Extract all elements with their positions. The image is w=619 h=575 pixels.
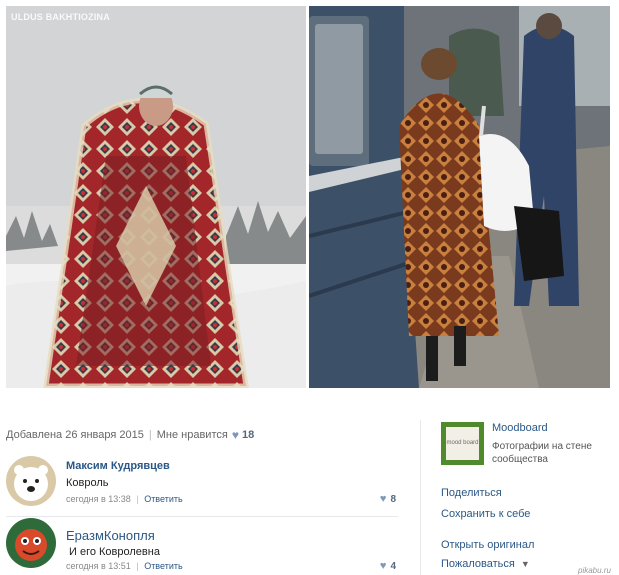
source-watermark: pikabu.ru	[578, 566, 611, 575]
reply-link[interactable]: Ответить	[144, 561, 182, 571]
comment-like-count: 8	[390, 494, 396, 505]
comment-author[interactable]: ЕразмКонопля	[66, 528, 155, 543]
meta-separator: |	[148, 429, 152, 441]
comment-likes[interactable]: ♥ 8	[380, 493, 396, 505]
comment-meta: сегодня в 13:51 | Ответить	[66, 561, 183, 571]
comment-time[interactable]: сегодня в 13:38	[66, 494, 131, 504]
heart-icon[interactable]: ♥	[380, 560, 387, 572]
comment-meta: сегодня в 13:38 | Ответить	[66, 494, 183, 504]
like-label[interactable]: Мне нравится	[157, 429, 228, 441]
photo-right-image	[309, 6, 610, 388]
photo-watermark: ULDUS BAKHTIOZINA	[11, 12, 110, 22]
photo-carpet-man-snow[interactable]: ULDUS BAKHTIOZINA	[6, 6, 306, 388]
photo-carpet-coat-metro[interactable]	[309, 6, 610, 388]
photo-left-image	[6, 6, 306, 388]
open-original-link[interactable]: Открыть оригинал	[441, 539, 534, 551]
album-subtitle-link[interactable]: Фотографии на стене сообщества	[492, 440, 612, 466]
report-label[interactable]: Пожаловаться	[441, 558, 515, 570]
comment-item: Максим Кудрявцев Ковроль сегодня в 13:38…	[6, 456, 396, 516]
comment-like-count: 4	[390, 561, 396, 572]
comment-item: ЕразмКонопля И его Ковролевна сегодня в …	[6, 518, 396, 575]
save-link[interactable]: Сохранить к себе	[441, 508, 530, 520]
post-meta: Добавлена 26 января 2015 | Мне нравится …	[6, 428, 416, 442]
meta-separator: |	[136, 494, 139, 504]
comment-author[interactable]: Максим Кудрявцев	[66, 460, 170, 472]
comment-time[interactable]: сегодня в 13:51	[66, 561, 131, 571]
caret-down-icon[interactable]: ▼	[521, 559, 530, 569]
post-date: Добавлена 26 января 2015	[6, 429, 144, 441]
meta-separator: |	[136, 561, 139, 571]
column-divider	[420, 420, 421, 575]
polar-bear-avatar-icon	[6, 456, 56, 506]
share-link[interactable]: Поделиться	[441, 487, 502, 499]
heart-icon[interactable]: ♥	[232, 428, 239, 442]
comment-likes[interactable]: ♥ 4	[380, 560, 396, 572]
like-count[interactable]: 18	[242, 429, 254, 441]
avatar[interactable]	[6, 518, 56, 568]
album-thumb-label: mood board	[446, 427, 479, 460]
heart-icon[interactable]: ♥	[380, 493, 387, 505]
album-thumbnail[interactable]: mood board	[441, 422, 484, 465]
reply-link[interactable]: Ответить	[144, 494, 182, 504]
album-name-link[interactable]: Moodboard	[492, 422, 548, 434]
report-menu[interactable]: Пожаловаться ▼	[441, 558, 530, 570]
avatar[interactable]	[6, 456, 56, 506]
comment-text: И его Ковролевна	[69, 546, 160, 558]
cartoon-face-avatar-icon	[6, 518, 56, 568]
comment-divider	[6, 516, 398, 517]
comment-text: Ковроль	[66, 477, 109, 489]
